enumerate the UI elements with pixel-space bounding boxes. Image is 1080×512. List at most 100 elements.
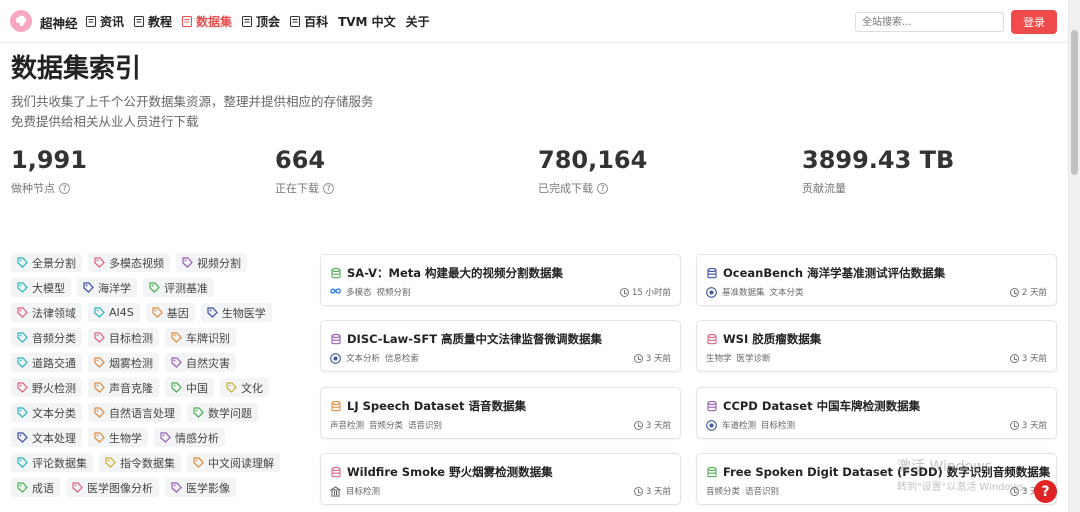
tag-chip[interactable]: 烟雾检测 — [88, 353, 159, 372]
brain-logo-icon[interactable] — [10, 10, 32, 32]
tag-icon — [17, 307, 28, 318]
question-circle-icon[interactable]: ? — [597, 182, 608, 194]
nav-item[interactable]: 百科 — [290, 13, 328, 30]
nav-item[interactable]: 资讯 — [86, 13, 124, 30]
tag-chip[interactable]: 医学图像分析 — [66, 478, 159, 497]
tag-chip[interactable]: 评论数据集 — [11, 453, 93, 472]
nav-item[interactable]: 数据集 — [182, 13, 232, 30]
card-tag[interactable]: 文本分析 — [346, 352, 380, 364]
dataset-card[interactable]: CCPD Dataset 中国车牌检测数据集 车道检测 目标检测 3 天前 — [696, 387, 1057, 439]
card-title[interactable]: OceanBench 海洋学基准测试评估数据集 — [707, 265, 945, 281]
brand-name[interactable]: 超神经 — [40, 13, 78, 32]
card-tag[interactable]: 视频分割 — [377, 286, 411, 298]
card-tag[interactable]: 目标检测 — [761, 419, 795, 431]
tag-chip[interactable]: 音频分类 — [11, 328, 82, 347]
tag-chip[interactable]: 自然灾害 — [165, 353, 236, 372]
tag-chip[interactable]: 医学影像 — [165, 478, 236, 497]
tag-chip[interactable]: 大模型 — [11, 278, 71, 297]
tag-chip[interactable]: 生物学 — [88, 428, 148, 447]
stat-label-text: 已完成下载 — [538, 182, 593, 195]
search-input[interactable] — [855, 12, 1004, 32]
dataset-card[interactable]: SA-V：Meta 构建最大的视频分割数据集 多模态 视频分割 15 小时前 — [320, 254, 681, 306]
card-title[interactable]: SA-V：Meta 构建最大的视频分割数据集 — [331, 265, 563, 281]
document-icon — [290, 16, 301, 27]
card-title[interactable]: CCPD Dataset 中国车牌检测数据集 — [707, 398, 920, 414]
card-meta: 声音检测 音频分类 语音识别 — [330, 419, 442, 431]
card-meta: 音频分类 语音识别 — [706, 485, 779, 497]
help-button[interactable]: ? — [1034, 480, 1057, 503]
card-title[interactable]: WSI 胶质瘤数据集 — [707, 331, 821, 347]
dataset-card[interactable]: WSI 胶质瘤数据集 生物学 医学诊断 3 天前 — [696, 320, 1057, 372]
tag-chip[interactable]: 生物医学 — [200, 303, 272, 322]
tag-chip[interactable]: 视频分割 — [176, 253, 247, 272]
tag-chip[interactable]: 文本分类 — [11, 403, 82, 422]
database-icon — [331, 267, 341, 279]
card-tag[interactable]: 文本分类 — [770, 286, 804, 298]
card-title-text: Wildfire Smoke 野火烟雾检测数据集 — [347, 465, 553, 479]
tag-chip[interactable]: 声音克隆 — [88, 378, 159, 397]
card-tag[interactable]: 生物学 — [706, 352, 732, 364]
tag-chip[interactable]: 海洋学 — [77, 278, 137, 297]
clock-icon — [1009, 353, 1019, 363]
stat-label: 做种节点? — [11, 180, 87, 196]
tag-chip[interactable]: AI4S — [88, 303, 140, 322]
tag-chip[interactable]: 中文阅读理解 — [187, 453, 280, 472]
tag-chip[interactable]: 多模态视频 — [88, 253, 170, 272]
card-tag[interactable]: 音频分类 — [706, 485, 740, 497]
tag-chip[interactable]: 车牌识别 — [165, 328, 236, 347]
scroll-thumb[interactable] — [1071, 30, 1078, 175]
tag-icon — [94, 432, 105, 443]
tag-chip[interactable]: 情感分析 — [154, 428, 225, 447]
nav-item-label: 百科 — [304, 15, 329, 29]
page-subtitle: 我们共收集了上千个公开数据集资源，整理并提供相应的存储服务 — [11, 94, 374, 109]
tag-chip[interactable]: 基因 — [145, 303, 195, 322]
card-tag[interactable]: 语音识别 — [408, 419, 442, 431]
tag-label: 评论数据集 — [32, 456, 87, 470]
nav-item[interactable]: 关于 — [406, 13, 430, 30]
tag-chip[interactable]: 野火检测 — [11, 378, 82, 397]
nav-item-label: 教程 — [148, 15, 173, 29]
tag-chip[interactable]: 文化 — [220, 378, 269, 397]
card-tag[interactable]: 目标检测 — [346, 485, 380, 497]
document-icon — [182, 16, 193, 27]
card-tag[interactable]: 音频分类 — [369, 419, 403, 431]
tag-chip[interactable]: 指令数据集 — [99, 453, 181, 472]
card-title[interactable]: DISC-Law-SFT 高质量中文法律监督微调数据集 — [331, 331, 602, 347]
card-tag[interactable]: 医学诊断 — [737, 352, 771, 364]
dataset-card[interactable]: DISC-Law-SFT 高质量中文法律监督微调数据集 文本分析 信息检索 3 天前 — [320, 320, 681, 372]
scrollbar[interactable] — [1068, 0, 1080, 512]
tag-chip[interactable]: 评测基准 — [143, 278, 214, 297]
card-tag[interactable]: 多模态 — [346, 286, 372, 298]
card-tag[interactable]: 基准数据集 — [722, 286, 765, 298]
tag-icon — [171, 382, 182, 393]
tag-chip[interactable]: 全景分割 — [11, 253, 82, 272]
tag-chip[interactable]: 自然语言处理 — [88, 403, 181, 422]
tag-chip[interactable]: 文本处理 — [11, 428, 82, 447]
tag-chip[interactable]: 目标检测 — [88, 328, 159, 347]
stat-block: 780,164 已完成下载? — [538, 146, 647, 196]
tag-chip[interactable]: 数学问题 — [187, 403, 258, 422]
card-tag[interactable]: 语音识别 — [745, 485, 779, 497]
question-circle-icon[interactable]: ? — [323, 182, 334, 194]
tag-label: 自然灾害 — [186, 356, 230, 370]
nav-item[interactable]: TVM 中文 — [338, 13, 396, 30]
nav-item[interactable]: 教程 — [134, 13, 172, 30]
card-tag[interactable]: 声音检测 — [330, 419, 364, 431]
tag-chip[interactable]: 道路交通 — [11, 353, 82, 372]
tag-chip[interactable]: 中国 — [165, 378, 214, 397]
nav-item[interactable]: 顶会 — [242, 13, 280, 30]
tag-chip[interactable]: 法律领域 — [11, 303, 82, 322]
nav-menu: 资讯 教程 数据集 顶会 百科 TVM 中文 关于 — [86, 13, 430, 30]
card-tag[interactable]: 车道检测 — [722, 419, 756, 431]
tag-label: 指令数据集 — [120, 456, 175, 470]
card-title[interactable]: LJ Speech Dataset 语音数据集 — [331, 398, 526, 414]
card-meta: 基准数据集 文本分类 — [706, 286, 804, 298]
dataset-card[interactable]: Wildfire Smoke 野火烟雾检测数据集 目标检测 3 天前 — [320, 453, 681, 505]
dataset-card[interactable]: OceanBench 海洋学基准测试评估数据集 基准数据集 文本分类 2 天前 — [696, 254, 1057, 306]
login-button[interactable]: 登录 — [1011, 10, 1057, 34]
card-title[interactable]: Wildfire Smoke 野火烟雾检测数据集 — [331, 464, 553, 480]
card-tag[interactable]: 信息检索 — [385, 352, 419, 364]
dataset-card[interactable]: LJ Speech Dataset 语音数据集 声音检测 音频分类 语音识别 3 天前 — [320, 387, 681, 439]
question-circle-icon[interactable]: ? — [59, 182, 70, 194]
tag-chip[interactable]: 成语 — [11, 478, 60, 497]
